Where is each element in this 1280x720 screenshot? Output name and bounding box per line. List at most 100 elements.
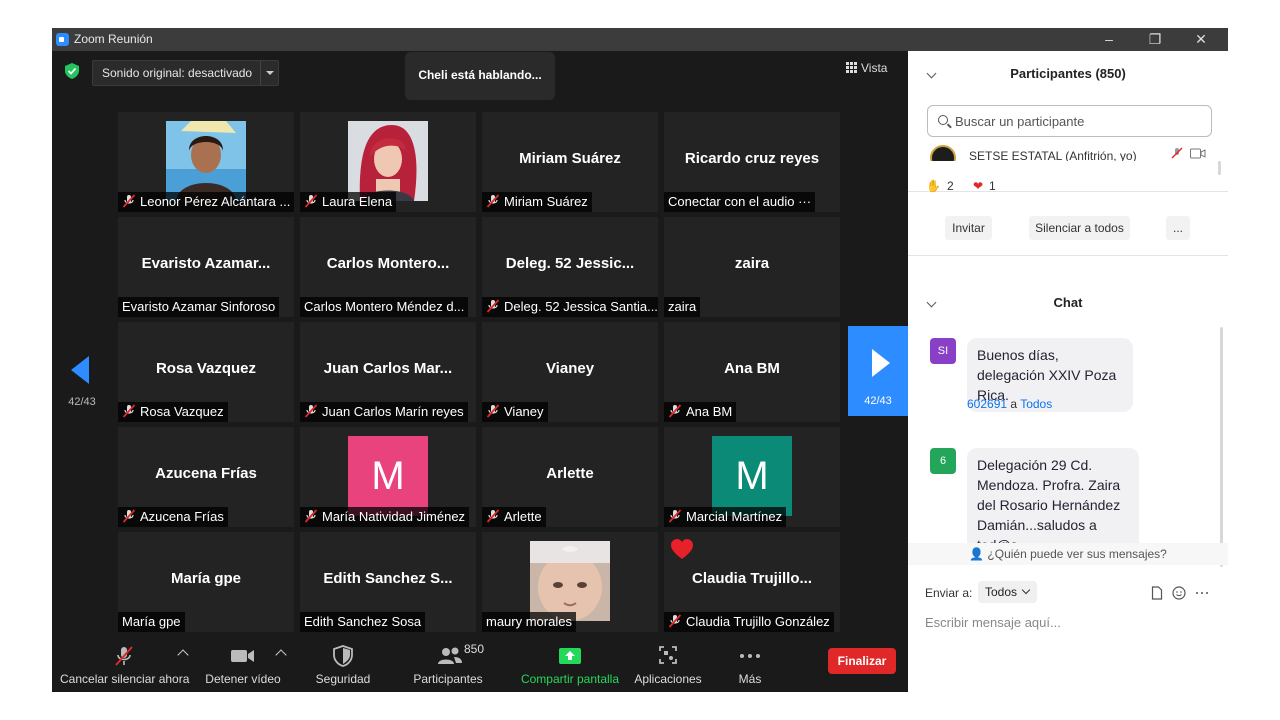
participant-name-label: zaira <box>664 297 701 317</box>
participant-tile[interactable]: Laura Elena <box>300 112 476 212</box>
participant-name: Marcial Martínez <box>686 509 783 524</box>
participants-button[interactable]: 850 Participantes <box>408 635 488 692</box>
chat-header: Chat <box>908 292 1228 314</box>
emoji-icon[interactable] <box>1172 586 1186 600</box>
participant-display-name: Carlos Montero... <box>326 255 450 272</box>
microphone-muted-icon[interactable] <box>1171 147 1183 159</box>
participant-name: maury morales <box>486 614 572 629</box>
chat-recipient[interactable]: Todos <box>1020 397 1052 411</box>
participant-search-input[interactable]: Buscar un participante <box>927 105 1212 137</box>
unmute-button[interactable]: Cancelar silenciar ahora <box>60 635 189 692</box>
original-sound-dropdown[interactable]: Sonido original: desactivado <box>92 60 279 86</box>
participant-name: zaira <box>668 299 697 314</box>
chevron-up-icon[interactable] <box>275 649 287 661</box>
participants-more-button[interactable]: ... <box>1166 216 1190 240</box>
participant-name: Miriam Suárez <box>504 194 588 209</box>
send-to-label: Enviar a: <box>925 586 973 600</box>
divider <box>908 255 1228 256</box>
participant-tile[interactable]: maury morales <box>482 532 658 632</box>
end-meeting-button[interactable]: Finalizar <box>828 648 896 674</box>
share-screen-icon <box>559 648 581 664</box>
participants-header: Participantes (850) <box>908 63 1228 85</box>
participant-row-host[interactable]: SETSE ESTATAL (Anfitrión, yo) <box>927 145 1217 161</box>
share-screen-button[interactable]: Compartir pantalla <box>518 635 622 692</box>
chat-to-word: a <box>1010 397 1018 411</box>
file-icon[interactable] <box>1150 586 1164 600</box>
participant-name-label: Carlos Montero Méndez d... <box>300 297 469 317</box>
more-dots-icon <box>740 654 760 658</box>
participants-scrollbar[interactable] <box>1218 161 1221 175</box>
participant-tile[interactable]: Evaristo Azamar... Evaristo Azamar Sinfor… <box>118 217 294 317</box>
participant-tile[interactable]: Rosa Vazquez Rosa Vazquez <box>118 322 294 422</box>
window-title: Zoom Reunión <box>74 32 153 46</box>
participant-name: Laura Elena <box>322 194 393 209</box>
participant-tile[interactable]: Edith Sanchez S... Edith Sanchez Sosa <box>300 532 476 632</box>
participant-tile[interactable]: Ricardo cruz reyes Conectar con el audio … <box>664 112 840 212</box>
participant-display-name: Azucena Frías <box>155 465 257 482</box>
participant-tile[interactable]: María gpe María gpe <box>118 532 294 632</box>
participant-tile[interactable]: Miriam Suárez Miriam Suárez <box>482 112 658 212</box>
participant-tile[interactable]: M Marcial Martínez <box>664 427 840 527</box>
participant-tile[interactable]: Ana BM Ana BM <box>664 322 840 422</box>
raise-hand-count: 2 <box>946 179 954 193</box>
previous-page-button[interactable]: 42/43 <box>62 356 102 416</box>
reactions-summary: ✋ 2 ❤ 1 <box>926 179 1002 193</box>
participant-name: Arlette <box>504 509 542 524</box>
invite-button[interactable]: Invitar <box>945 216 992 240</box>
raise-hand-icon: ✋ <box>926 179 941 193</box>
avatar: SI <box>930 338 956 364</box>
microphone-muted-icon <box>486 509 500 523</box>
security-button[interactable]: Seguridad <box>310 635 376 692</box>
view-button[interactable]: Vista <box>846 61 887 81</box>
encryption-shield-icon[interactable] <box>65 63 79 79</box>
minimize-button[interactable]: – <box>1086 28 1132 51</box>
participant-tile[interactable]: zaira zaira <box>664 217 840 317</box>
chat-sender[interactable]: 602691 <box>967 397 1007 411</box>
participant-tile[interactable]: Vianey Vianey <box>482 322 658 422</box>
participant-tile[interactable]: Claudia Trujillo... Claudia Trujillo Gonz… <box>664 532 840 632</box>
more-dots-icon[interactable] <box>1195 586 1209 600</box>
close-button[interactable]: ✕ <box>1178 28 1224 51</box>
participants-count: 850 <box>464 642 485 656</box>
chat-scrollbar[interactable] <box>1220 327 1223 567</box>
microphone-muted-icon <box>122 404 136 418</box>
chevron-down-icon[interactable] <box>260 61 278 85</box>
who-can-see-messages[interactable]: 👤 ¿Quién puede ver sus mensajes? <box>908 543 1228 565</box>
mute-all-button[interactable]: Silenciar a todos <box>1029 216 1130 240</box>
participant-name-label: Arlette <box>482 507 546 527</box>
participant-name-label: Laura Elena <box>300 192 397 212</box>
video-camera-icon[interactable] <box>1190 148 1206 159</box>
chat-sender-line: 602691 a Todos <box>967 397 1052 411</box>
participant-tile[interactable]: Azucena Frías Azucena Frías <box>118 427 294 527</box>
participant-name: Rosa Vazquez <box>140 404 224 419</box>
participant-tile[interactable]: Leonor Pérez Alcántara ... <box>118 112 294 212</box>
participant-name-label: María Natividad Jiménez <box>300 507 470 527</box>
chevron-down-icon[interactable] <box>926 297 937 308</box>
video-camera-icon <box>231 650 254 662</box>
participant-tile[interactable]: Carlos Montero... Carlos Montero Méndez d… <box>300 217 476 317</box>
chevron-down-icon[interactable] <box>926 68 937 79</box>
send-to-dropdown[interactable]: Todos <box>978 581 1037 603</box>
microphone-muted-icon <box>486 194 500 208</box>
shield-icon <box>333 645 353 667</box>
participant-name-label: María gpe <box>118 612 185 632</box>
participant-display-name: Rosa Vazquez <box>155 360 257 377</box>
next-page-button[interactable]: 42/43 <box>848 326 908 416</box>
avatar: 6 <box>930 448 956 474</box>
microphone-muted-icon <box>304 194 318 208</box>
chevron-up-icon[interactable] <box>177 649 189 661</box>
participant-tile[interactable]: Juan Carlos Mar... Juan Carlos Marín reye… <box>300 322 476 422</box>
participant-display-name: Ricardo cruz reyes <box>684 150 820 167</box>
restore-button[interactable]: ❐ <box>1132 28 1178 51</box>
more-button[interactable]: Más <box>730 635 770 692</box>
participant-tile[interactable]: Arlette Arlette <box>482 427 658 527</box>
stop-video-button[interactable]: Detener vídeo <box>202 635 287 692</box>
participant-display-name: Arlette <box>546 465 594 482</box>
participant-tile[interactable]: M María Natividad Jiménez <box>300 427 476 527</box>
chat-message-input[interactable]: Escribir mensaje aquí... <box>925 615 1061 630</box>
participant-name-label: maury morales <box>482 612 576 632</box>
meeting-toolbar: Cancelar silenciar ahora Detener vídeo S… <box>52 635 908 692</box>
participant-tile[interactable]: Deleg. 52 Jessic... Deleg. 52 Jessica San… <box>482 217 658 317</box>
participant-display-name: Evaristo Azamar... <box>141 255 271 272</box>
apps-button[interactable]: Aplicaciones <box>632 635 704 692</box>
